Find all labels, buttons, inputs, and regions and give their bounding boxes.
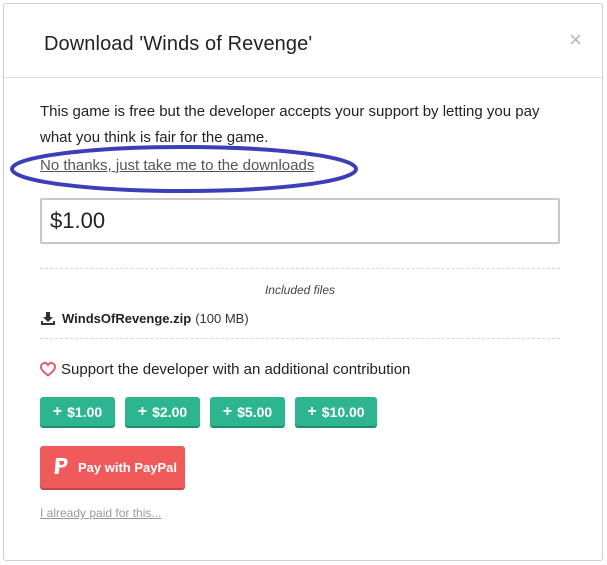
support-text: Support the developer with an additional… — [61, 361, 411, 378]
contribution-label: $10.00 — [321, 403, 365, 420]
add-10-button[interactable]: + $10.00 — [295, 397, 377, 426]
plus-icon: + — [222, 402, 233, 420]
contribution-buttons: + $1.00 + $2.00 + $5.00 + $10.00 — [40, 397, 387, 426]
modal-title: Download 'Winds of Revenge' — [44, 33, 313, 55]
contribution-label: $2.00 — [152, 403, 188, 420]
contribution-label: $1.00 — [67, 403, 103, 420]
plus-icon: + — [137, 402, 148, 420]
paypal-label: Pay with PayPal — [78, 459, 177, 475]
file-size: (100 MB) — [195, 311, 249, 326]
contribution-label: $5.00 — [237, 403, 273, 420]
plus-icon: + — [52, 402, 63, 420]
intro-text: This game is free but the developer acce… — [40, 103, 540, 146]
add-1-button[interactable]: + $1.00 — [40, 397, 115, 426]
add-5-button[interactable]: + $5.00 — [210, 397, 285, 426]
divider — [40, 338, 560, 339]
paypal-button[interactable]: Pay with PayPal — [40, 446, 185, 488]
divider — [40, 268, 560, 269]
already-paid-link[interactable]: I already paid for this... — [40, 506, 161, 520]
file-name: WindsOfRevenge.zip — [62, 311, 192, 326]
support-row: Support the developer with an additional… — [40, 361, 410, 378]
modal-header: Download 'Winds of Revenge' × — [4, 4, 602, 78]
included-files-label: Included files — [264, 283, 336, 297]
paypal-icon — [54, 458, 68, 474]
price-input[interactable] — [40, 198, 560, 244]
add-2-button[interactable]: + $2.00 — [125, 397, 200, 426]
file-row[interactable]: WindsOfRevenge.zip (100 MB) — [40, 311, 249, 326]
heart-icon — [40, 362, 56, 377]
no-thanks-link[interactable]: No thanks, just take me to the downloads — [40, 157, 314, 174]
download-icon — [41, 311, 55, 325]
plus-icon: + — [307, 402, 317, 420]
close-button[interactable]: × — [569, 29, 582, 51]
